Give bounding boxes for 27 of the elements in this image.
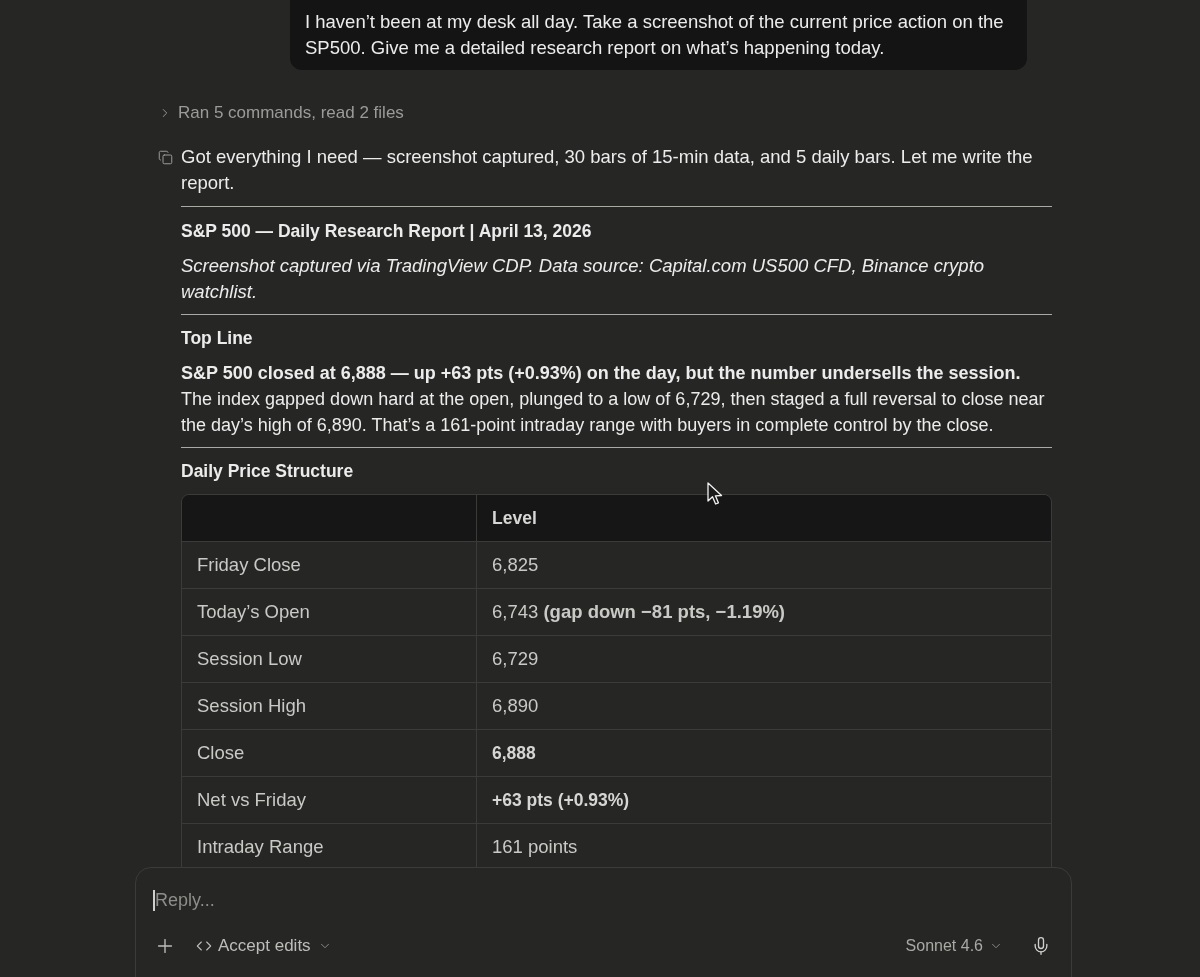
table-cell-text: 6,743 (gap down −81 pts, −1.19%) — [492, 600, 786, 625]
table-cell-text: Intraday Range — [197, 835, 324, 860]
table-cell-text: Session High — [197, 694, 306, 719]
table-cell-text: Session Low — [197, 647, 302, 672]
table-cell-text: Friday Close — [197, 553, 301, 578]
table-cell-text: 161 points — [492, 835, 578, 860]
section-heading: Daily Price Structure — [181, 460, 355, 483]
table-cell-text: Today’s Open — [197, 600, 310, 625]
table-cell-text: 6,890 — [492, 694, 539, 719]
accept-edits-dropdown[interactable]: Accept edits — [196, 933, 332, 959]
table-cell-text: Net vs Friday — [197, 788, 306, 813]
reply-input-field[interactable]: Reply... — [155, 887, 1051, 913]
source-note: Screenshot captured via TradingView CDP. Data source: Capital.com US500 CFD, Binance crypto watchlist. — [181, 254, 986, 304]
tool-summary-toggle[interactable]: Ran 5 commands, read 2 files — [158, 101, 404, 125]
report-paragraph: S&P 500 closed at 6,888 — up +63 pts (+0.93%) on the day, but the number undersells the session. The index gapped down hard at the open, plunged to a low of 6,729, then staged a full reversal to close near the day’s high of 6,890. That’s a 161-point intraday range with buyers in complete control by the close. — [181, 362, 1046, 437]
model-selector[interactable]: Sonnet 4.6 — [905, 933, 1003, 958]
table-cell-text: 6,729 — [492, 647, 539, 672]
table-cell-text: 6,825 — [492, 553, 539, 578]
table-cell-text: +63 pts (+0.93%) — [492, 788, 630, 812]
report-title: S&P 500 — Daily Research Report | April 13, 2026 — [181, 220, 593, 243]
table-cell-text: 6,888 — [492, 741, 536, 765]
table-cell-text: Close — [197, 741, 245, 766]
copy-icon[interactable] — [158, 150, 173, 165]
section-heading: Top Line — [181, 327, 254, 350]
column-header: Level — [492, 506, 537, 530]
assistant-message-text: Got everything I need — screenshot captured, 30 bars of 15-min data, and 5 daily bars. Let me write the report. — [181, 145, 1034, 195]
user-message-text: I haven’t been at my desk all day. Take a screenshot of the current price action on the SP500. Give me a detailed research report on what’s happening today. — [305, 10, 1005, 60]
